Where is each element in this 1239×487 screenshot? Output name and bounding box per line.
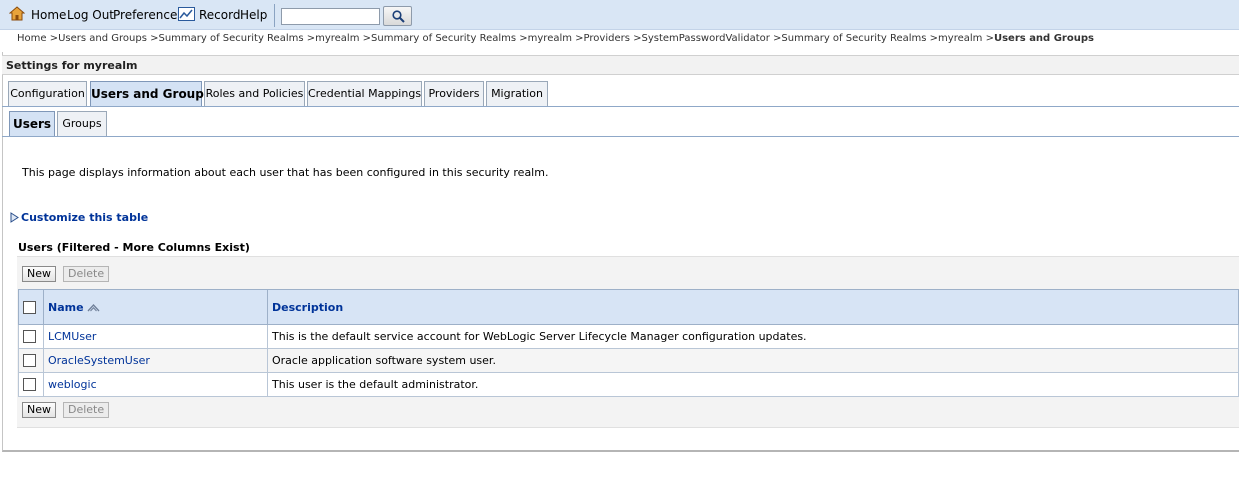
customize-table-link[interactable]: Customize this table [10,211,148,224]
row-checkbox[interactable] [23,378,36,392]
new-button-bottom[interactable]: New [22,402,56,418]
record-icon[interactable] [178,7,195,21]
tab-users-and-groups[interactable]: Users and Groups [90,81,211,107]
row-select-cell [18,372,44,397]
top-toolbar: Home Log Out Preferences Record Help [0,0,1239,30]
row-select-cell [18,324,44,349]
select-all-cell [18,289,44,325]
expand-triangle-icon [10,212,19,223]
search-icon [392,10,405,23]
preferences-link[interactable]: Preferences [113,8,184,22]
help-link[interactable]: Help [240,8,267,22]
column-header-description[interactable]: Description [267,289,1239,325]
delete-button-bottom[interactable]: Delete [63,402,110,418]
user-name-link[interactable]: LCMUser [48,330,96,343]
logout-link[interactable]: Log Out [67,8,114,22]
home-link[interactable]: Home [31,8,66,22]
user-description: This is the default service account for … [267,324,1239,349]
table-row: LCMUser This is the default service acco… [18,324,1239,349]
subtab-groups[interactable]: Groups [57,111,107,136]
delete-button-top[interactable]: Delete [63,266,110,282]
user-name-cell: OracleSystemUser [43,348,268,373]
new-button-top[interactable]: New [22,266,56,282]
row-checkbox[interactable] [23,354,36,368]
sort-ascending-icon[interactable] [87,303,100,312]
select-all-checkbox[interactable] [23,300,36,314]
breadcrumb: Home >Users and Groups >Summary of Secur… [17,33,1094,44]
user-description: This user is the default administrator. [267,372,1239,397]
customize-label: Customize this table [21,211,149,224]
tab-providers[interactable]: Providers [424,81,484,106]
breadcrumb-path[interactable]: Home >Users and Groups >Summary of Secur… [17,33,994,44]
page-title: Settings for myrealm [2,55,1239,75]
column-header-name[interactable]: Name [43,289,268,325]
toolbar-separator [274,4,275,27]
tab-roles-and-policies[interactable]: Roles and Policies [204,81,305,106]
user-name-cell: LCMUser [43,324,268,349]
users-table: Name Description LCMUser This is the def… [18,289,1239,397]
subtab-divider [2,136,1239,137]
table-row: weblogic This user is the default admini… [18,372,1239,397]
table-caption: Users (Filtered - More Columns Exist) [18,241,250,254]
tab-migration[interactable]: Migration [486,81,548,106]
subtab-users[interactable]: Users [9,111,55,137]
row-checkbox[interactable] [23,330,36,344]
user-name-cell: weblogic [43,372,268,397]
user-description: Oracle application software system user. [267,348,1239,373]
search-button[interactable] [383,6,412,26]
user-name-link[interactable]: weblogic [48,378,97,391]
breadcrumb-current: Users and Groups [993,33,1094,44]
tab-divider [2,106,1239,107]
home-icon[interactable] [9,6,25,21]
record-link[interactable]: Record [199,8,240,22]
tab-credential-mappings[interactable]: Credential Mappings [307,81,422,106]
tab-configuration[interactable]: Configuration [8,81,87,106]
row-select-cell [18,348,44,373]
intro-text: This page displays information about eac… [22,166,549,179]
user-name-link[interactable]: OracleSystemUser [48,354,150,367]
search-input[interactable] [281,8,380,25]
table-header-row: Name Description [18,289,1239,325]
name-header-label: Name [48,300,84,314]
table-row: OracleSystemUser Oracle application soft… [18,348,1239,373]
